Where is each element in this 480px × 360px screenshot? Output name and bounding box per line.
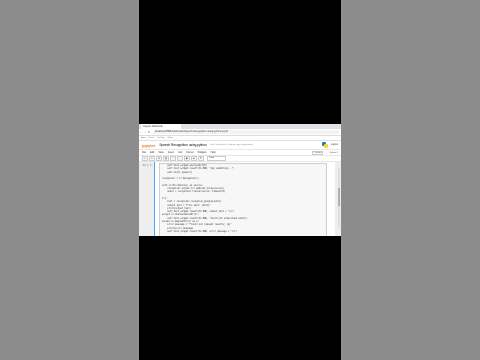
move-up-button[interactable]: ↑ [170, 155, 176, 162]
checkpoint-status: Last Checkpoint: 3 minutes ago (autosave… [209, 144, 253, 146]
move-down-button[interactable]: ↓ [177, 155, 183, 162]
bookmark-item[interactable]: Maps [168, 136, 173, 140]
add-cell-button[interactable]: + [142, 155, 148, 162]
trusted-badge[interactable]: Trusted [312, 150, 324, 155]
logout-button[interactable]: Logout [331, 144, 338, 146]
menu-cell[interactable]: Cell [178, 151, 182, 154]
bookmark-item[interactable]: Gmail [149, 136, 154, 140]
menu-kernel[interactable]: Kernel [186, 151, 193, 154]
bookmark-item[interactable]: YouTube [157, 136, 165, 140]
browser-tab[interactable]: Jupyter Notebook [141, 124, 181, 129]
cell-prompt: In [ ]: [143, 164, 153, 167]
cell-type-select[interactable]: Code [207, 155, 226, 162]
jupyter-header: jupyter Speech Recognition using python … [139, 141, 341, 150]
jupyter-logo[interactable]: jupyter [142, 143, 155, 148]
notebook-area: In [ ]: self.text_widget.pack(pady=10) s… [139, 162, 341, 236]
interrupt-button[interactable]: ■ [191, 155, 197, 162]
kernel-indicator: Python 3 [329, 151, 338, 154]
menu-edit[interactable]: Edit [150, 151, 154, 154]
code-cell[interactable]: In [ ]: self.text_widget.pack(pady=10) s… [143, 162, 335, 236]
menu-widgets[interactable]: Widgets [198, 151, 207, 154]
cut-cell-button[interactable]: ✂ [149, 155, 155, 162]
menu-view[interactable]: View [158, 151, 163, 154]
code-line: self.text_widget.insert(tk.END, error_me… [162, 229, 238, 233]
left-pillarbox [0, 0, 139, 360]
code-editor[interactable]: self.text_widget.pack(pady=10) self.text… [159, 163, 327, 236]
menu-insert[interactable]: Insert [168, 151, 174, 154]
address-bar-row: ← → ↻ localhost:8888/notebooks/Speech Re… [139, 129, 341, 136]
python-logo-icon [321, 142, 328, 148]
scrollbar[interactable] [338, 168, 340, 228]
url-field[interactable]: localhost:8888/notebooks/Speech Recognit… [153, 130, 339, 134]
bookmark-item[interactable]: Apps [141, 136, 146, 140]
right-pillarbox [341, 0, 480, 360]
scrollbar-thumb[interactable] [338, 188, 340, 206]
recorded-screen: Jupyter Notebook ← → ↻ localhost:8888/no… [139, 124, 341, 236]
copy-cell-button[interactable]: ⧉ [156, 155, 162, 162]
restart-button[interactable]: ↻ [198, 155, 204, 162]
menu-file[interactable]: File [142, 151, 146, 154]
run-button[interactable]: ▶ [184, 155, 190, 162]
notebook-title[interactable]: Speech Recognition using python [159, 143, 207, 147]
paste-cell-button[interactable]: ▤ [163, 155, 169, 162]
reload-icon[interactable]: ↻ [147, 130, 151, 134]
menu-help[interactable]: Help [211, 151, 216, 154]
